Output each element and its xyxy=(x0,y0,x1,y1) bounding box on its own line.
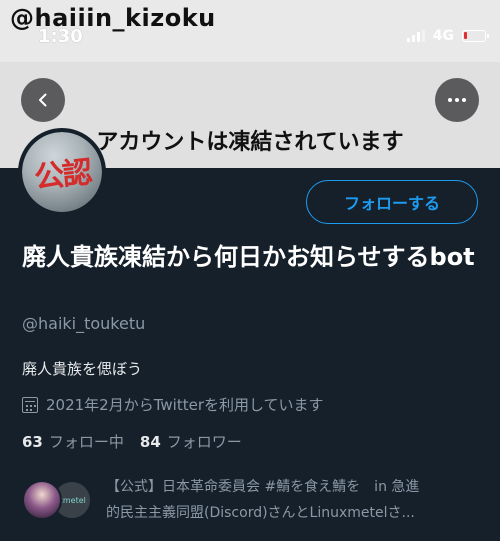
status-bar: @haiiin_kizoku 1:30 4G xyxy=(0,0,500,62)
avatar[interactable]: 公認 xyxy=(18,128,106,216)
joined-text: 2021年2月からTwitterを利用しています xyxy=(46,396,324,414)
followed-by-section[interactable]: xmetel 【公式】日本革命委員会 #鯖を食え鯖を in 急進 的民主主義同盟… xyxy=(22,472,482,528)
network-type: 4G xyxy=(432,28,454,44)
following-link[interactable]: 63 フォロー中 xyxy=(22,431,124,452)
more-options-button[interactable] xyxy=(435,78,479,122)
follower-avatar xyxy=(22,480,62,520)
followers-count: 84 xyxy=(139,433,161,451)
avatar-stamp-text: 公認 xyxy=(32,155,93,196)
follow-counts: 63 フォロー中 84 フォロワー xyxy=(22,431,242,452)
followed-by-avatars: xmetel xyxy=(22,480,94,520)
followed-by-line: 【公式】日本革命委員会 #鯖を食え鯖を in 急進 xyxy=(106,479,420,495)
following-label: フォロー中 xyxy=(48,433,124,451)
status-indicators: 4G xyxy=(406,28,489,44)
profile-handle: @haiki_touketu xyxy=(22,314,146,333)
calendar-icon xyxy=(22,396,38,413)
chevron-left-icon xyxy=(39,93,47,107)
profile-body: フォローする 廃人貴族凍結から何日かお知らせするbot @haiki_touke… xyxy=(0,168,500,541)
followed-by-text: 【公式】日本革命委員会 #鯖を食え鯖を in 急進 的民主主義同盟(Discor… xyxy=(106,474,482,526)
followers-link[interactable]: 84 フォロワー xyxy=(140,431,242,452)
followers-label: フォロワー xyxy=(166,433,242,451)
follow-button[interactable]: フォローする xyxy=(306,180,478,224)
more-horizontal-icon xyxy=(448,98,466,102)
signal-icon xyxy=(406,30,425,42)
follower-avatar-text: xmetel xyxy=(58,495,86,505)
status-time: 1:30 xyxy=(38,26,83,47)
followed-by-line: 的民主主義同盟(Discord)さんとLinuxmetelさ... xyxy=(106,505,415,521)
back-button[interactable] xyxy=(21,78,65,122)
following-count: 63 xyxy=(22,433,43,451)
profile-name: 廃人貴族凍結から何日かお知らせするbot xyxy=(22,243,475,271)
joined-date: 2021年2月からTwitterを利用しています xyxy=(22,394,324,415)
battery-low-icon xyxy=(462,30,489,42)
profile-bio: 廃人貴族を偲ぼう xyxy=(22,360,143,378)
